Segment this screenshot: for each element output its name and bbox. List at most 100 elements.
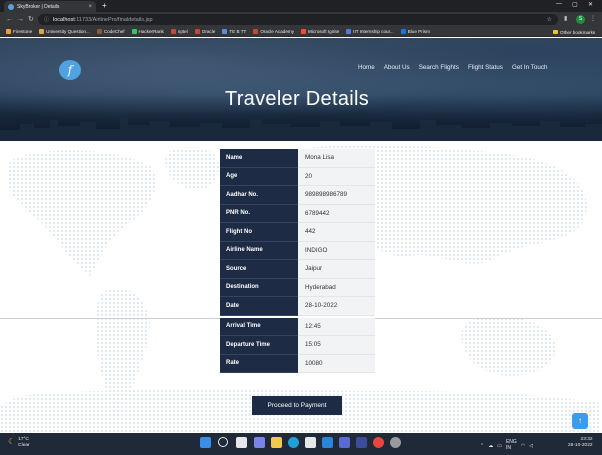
bookmark-favicon-icon <box>346 29 352 34</box>
address-bar[interactable]: ⓘ localhost :11733/AirlinePro/finaldetai… <box>38 14 558 25</box>
bookmark-item[interactable]: Oracle <box>194 29 216 34</box>
bookmark-label: TE B TT <box>229 29 247 34</box>
bookmark-item[interactable]: Blue Prism <box>400 29 430 34</box>
bookmark-item[interactable]: IIT Internship cour... <box>346 29 394 34</box>
battery-icon: ▭ <box>497 442 502 449</box>
row-value: 20 <box>298 167 375 186</box>
close-window-button[interactable]: ✕ <box>588 1 593 8</box>
bookmark-label: Oracle <box>201 29 216 34</box>
proceed-to-payment-button[interactable]: Proceed to Payment <box>252 396 342 415</box>
bookmark-item[interactable]: nptel <box>170 29 188 34</box>
nav-about-us[interactable]: About Us <box>384 64 410 71</box>
row-value: Hyderabad <box>298 278 375 297</box>
teams-icon[interactable] <box>254 437 265 448</box>
maximize-button[interactable]: ▢ <box>572 1 578 8</box>
row-label: Departure Time <box>220 336 298 355</box>
table-row: Arrival Time 12:45 <box>220 317 375 336</box>
row-label: Airline Name <box>220 241 298 260</box>
row-value: Jaipur <box>298 260 375 279</box>
bookmark-favicon-icon <box>194 29 200 34</box>
table-row: Aadhar No. 989898986789 <box>220 186 375 205</box>
bookmark-item[interactable]: TE B TT <box>222 29 246 34</box>
other-bookmarks[interactable]: Other bookmarks <box>553 27 595 37</box>
table-row: PNR No. 6789442 <box>220 204 375 223</box>
table-row: Departure Time 15:05 <box>220 336 375 355</box>
region-code: IN <box>505 444 511 451</box>
table-row: Source Jaipur <box>220 260 375 279</box>
row-value: INDIGO <box>298 241 375 260</box>
favicon-icon <box>8 3 14 10</box>
table-row: Date 28-10-2022 <box>220 297 375 316</box>
nav-search-flights[interactable]: Search Flights <box>419 64 459 71</box>
table-row: Airline Name INDIGO <box>220 241 375 260</box>
bookmark-item[interactable]: University Question... <box>39 29 90 34</box>
weather-widget[interactable]: ☾ 17°C Clear <box>8 437 30 448</box>
info-icon[interactable]: ⓘ <box>44 16 49 23</box>
chevron-up-icon[interactable]: ⌃ <box>480 443 484 449</box>
bookmark-item[interactable]: HackerRank <box>131 29 164 34</box>
edge-icon[interactable] <box>288 437 299 448</box>
nav-home[interactable]: Home <box>358 64 375 71</box>
bookmark-item[interactable]: CodeChef <box>96 29 125 34</box>
clock-date: 28-10-2022 <box>568 443 593 448</box>
wifi-icon: ◠ <box>520 442 526 449</box>
system-tray[interactable]: ⌃ ☁ ▭ ENG IN ◠ ◁ <box>480 439 533 451</box>
nav-flight-status[interactable]: Flight Status <box>468 64 503 71</box>
bookmarks-bar: Firestone University Question... CodeChef H… <box>0 27 602 37</box>
site-nav: Home About Us Search Flights Flight Stat… <box>358 64 548 71</box>
bookmark-label: Microsoft Ignite <box>308 29 340 34</box>
bookmark-star-icon[interactable]: ☆ <box>547 16 552 23</box>
site-logo[interactable]: f <box>59 60 81 80</box>
vscode-icon[interactable] <box>322 437 333 448</box>
browser-tab[interactable]: SkyBroker | Details × <box>4 1 96 12</box>
row-label: Aadhar No. <box>220 186 298 205</box>
discord-icon[interactable] <box>356 437 367 448</box>
row-value: 442 <box>298 223 375 242</box>
row-label: Date <box>220 297 298 316</box>
bookmark-label: Blue Prism <box>407 29 430 34</box>
sidebar-icon[interactable]: ▮ <box>564 14 567 25</box>
task-view-icon[interactable] <box>236 437 247 448</box>
bookmark-item[interactable]: Oracle Academy <box>253 29 294 34</box>
table-row: Destination Hyderabad <box>220 278 375 297</box>
forward-icon[interactable]: → <box>17 13 24 26</box>
nav-get-in-touch[interactable]: Get In Touch <box>512 64 548 71</box>
folder-icon <box>553 30 558 34</box>
taskbar-clock[interactable]: 23:32 28-10-2022 <box>568 437 593 449</box>
menu-icon[interactable]: ⋮ <box>590 14 596 25</box>
bookmark-label: Oracle Academy <box>260 29 295 34</box>
back-icon[interactable]: ← <box>6 13 13 26</box>
chrome-icon[interactable] <box>373 437 384 448</box>
store-icon[interactable] <box>305 437 316 448</box>
close-tab-icon[interactable]: × <box>88 4 92 10</box>
bookmark-favicon-icon <box>170 29 176 34</box>
row-value: 12:45 <box>298 317 375 336</box>
reload-icon[interactable]: ↻ <box>28 13 34 26</box>
search-icon[interactable] <box>218 437 228 447</box>
chat-icon[interactable] <box>339 437 350 448</box>
page-title: Traveler Details <box>224 88 370 110</box>
row-value: 28-10-2022 <box>298 297 375 316</box>
weather-condition: Clear <box>18 442 30 448</box>
row-value: 6789442 <box>298 204 375 223</box>
settings-icon[interactable] <box>390 437 401 448</box>
new-tab-button[interactable]: + <box>102 1 107 11</box>
bookmark-label: CodeChef <box>103 29 125 34</box>
minimize-button[interactable]: — <box>556 1 562 7</box>
scroll-to-top-button[interactable]: ↑ <box>572 413 588 429</box>
bookmark-favicon-icon <box>96 29 102 34</box>
row-value: Mona Lisa <box>298 149 375 168</box>
tab-title: SkyBroker | Details <box>17 3 60 10</box>
bookmark-item[interactable]: Firestone <box>6 29 32 34</box>
other-bookmarks-label: Other bookmarks <box>560 29 596 35</box>
profile-avatar[interactable]: S <box>576 15 585 24</box>
start-icon[interactable] <box>200 437 211 448</box>
table-row: Flight No 442 <box>220 223 375 242</box>
row-value: 15:05 <box>298 336 375 355</box>
city-skyline <box>0 118 602 141</box>
table-row: Rate 10080 <box>220 354 375 373</box>
row-label: Source <box>220 260 298 279</box>
bookmark-item[interactable]: Microsoft Ignite <box>301 29 339 34</box>
file-explorer-icon[interactable] <box>271 437 282 448</box>
row-label: PNR No. <box>220 204 298 223</box>
